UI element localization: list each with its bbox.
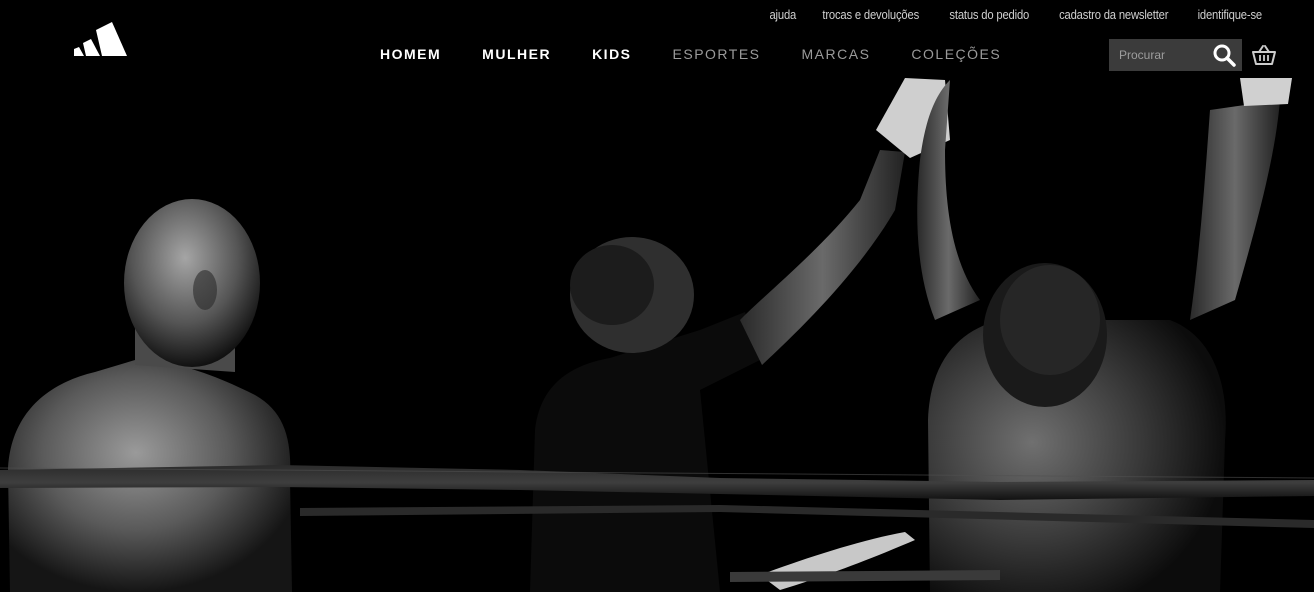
nav-marcas[interactable]: MARCAS — [802, 46, 871, 62]
main-nav: HOMEM MULHER KIDS ESPORTES MARCAS COLEÇÕ… — [380, 46, 1001, 62]
search-box — [1109, 39, 1242, 71]
hero-image — [0, 0, 1314, 592]
link-status-pedido[interactable]: status do pedido — [949, 8, 1029, 22]
adidas-logo-icon[interactable] — [72, 21, 128, 57]
link-trocas-devolucoes[interactable]: trocas e devoluções — [822, 8, 919, 22]
boxing-scene-photo — [0, 78, 1314, 592]
link-identifique-se[interactable]: identifique-se — [1198, 8, 1263, 22]
basket-icon[interactable] — [1252, 44, 1276, 66]
nav-esportes[interactable]: ESPORTES — [673, 46, 761, 62]
link-newsletter[interactable]: cadastro da newsletter — [1059, 8, 1168, 22]
utility-nav: ajuda trocas e devoluções status do pedi… — [768, 8, 1266, 22]
nav-homem[interactable]: HOMEM — [380, 46, 441, 62]
search-input[interactable] — [1109, 48, 1205, 62]
link-ajuda[interactable]: ajuda — [769, 8, 796, 22]
search-icon[interactable] — [1212, 43, 1236, 67]
nav-mulher[interactable]: MULHER — [482, 46, 551, 62]
nav-kids[interactable]: KIDS — [592, 46, 631, 62]
nav-colecoes[interactable]: COLEÇÕES — [911, 46, 1001, 62]
